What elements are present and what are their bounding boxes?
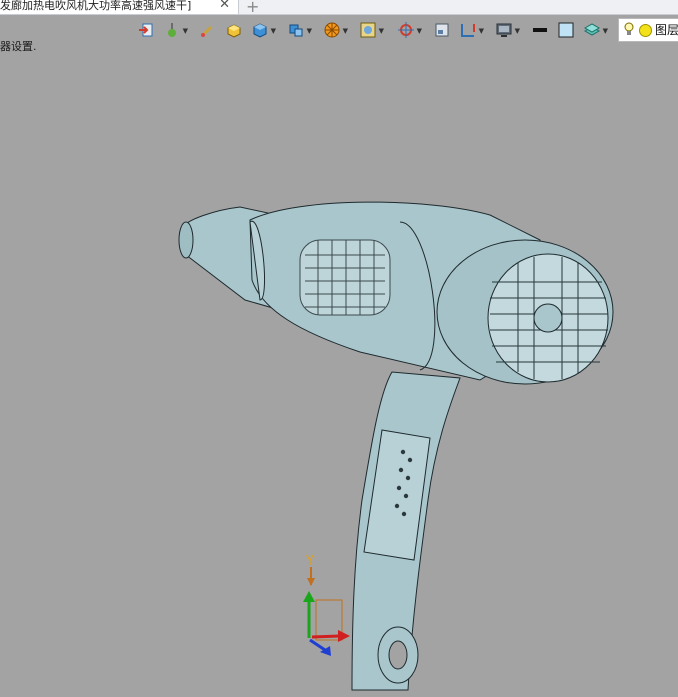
document-tab-title: 发廊加热电吹风机大功率高速强风速干] <box>0 0 192 12</box>
3d-viewport[interactable]: Y <box>0 46 678 697</box>
box-shaded-icon[interactable] <box>224 20 250 40</box>
close-icon[interactable]: ✕ <box>219 0 230 12</box>
cube-icon[interactable]: ▼ <box>250 20 276 40</box>
triad-y-label: Y <box>305 554 314 569</box>
render-wheel-icon[interactable]: ▼ <box>322 20 348 40</box>
heating-coil <box>299 239 391 316</box>
paint-icon[interactable]: ▼ <box>162 20 188 40</box>
grille-hub <box>533 303 563 333</box>
freeze-sun-icon[interactable] <box>639 24 652 37</box>
document-tab-bar: 发廊加热电吹风机大功率高速强风速干] ✕ + <box>0 0 678 16</box>
view-frame-icon[interactable]: ▼ <box>358 20 384 40</box>
document-tab[interactable]: 发廊加热电吹风机大功率高速强风速干] ✕ <box>0 0 239 14</box>
view-toolbar: ▼ ▼ ▼ ▼ ▼ ▼ ▼ ▼ ▼ 图层 <box>136 18 678 42</box>
brush-icon[interactable] <box>198 20 224 40</box>
new-tab-button[interactable]: + <box>246 0 259 16</box>
line-weight-icon[interactable] <box>530 20 556 40</box>
lightbulb-icon[interactable] <box>623 22 635 37</box>
layer-selector[interactable]: 图层 <box>618 18 678 42</box>
layer-stack-icon[interactable]: ▼ <box>582 20 608 40</box>
axis-target-icon[interactable]: ▼ <box>396 20 422 40</box>
import-icon[interactable] <box>136 20 162 40</box>
layer-name: 图层 <box>655 23 678 37</box>
monitor-icon[interactable]: ▼ <box>494 20 520 40</box>
axis-triad <box>303 567 350 656</box>
view-cube-icon[interactable]: ▼ <box>286 20 312 40</box>
nozzle-tip <box>178 221 194 259</box>
panel-icon[interactable] <box>432 20 458 40</box>
background-color-icon[interactable] <box>556 20 582 40</box>
section-icon[interactable]: ▼ <box>458 20 484 40</box>
